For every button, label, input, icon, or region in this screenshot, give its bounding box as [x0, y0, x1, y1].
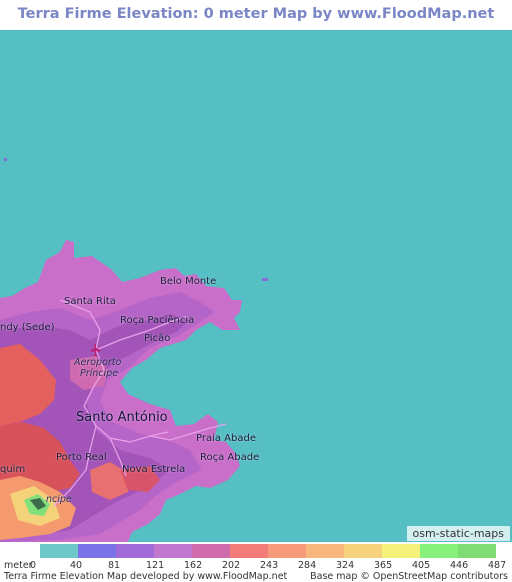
legend-tick: 40 — [70, 560, 83, 571]
place-label-sundy: ndy (Sede) — [0, 322, 55, 333]
place-label-porto-real: Porto Real — [56, 452, 107, 463]
legend-tick: 0 — [30, 560, 37, 571]
place-label-roca-abade: Roça Abade — [200, 452, 260, 463]
legend-tick: 324 — [336, 560, 355, 571]
legend-swatch — [192, 544, 230, 558]
legend-swatch — [268, 544, 306, 558]
legend-tick: 202 — [222, 560, 241, 571]
place-label-aeroporto: Aeroporto — [74, 357, 122, 368]
footer-credit[interactable]: Terra Firme Elevation Map developed by w… — [4, 571, 287, 582]
place-label-santa-rita: Santa Rita — [64, 296, 116, 307]
legend-tick: 405 — [412, 560, 431, 571]
place-label-praia-abade: Praia Abade — [196, 433, 256, 444]
legend-tick: 121 — [146, 560, 165, 571]
legend-swatch — [230, 544, 268, 558]
terrain-layer — [0, 158, 268, 542]
legend-swatch — [116, 544, 154, 558]
legend-swatch — [382, 544, 420, 558]
place-label-lower: ncipe — [46, 494, 72, 505]
elevation-map[interactable]: Belo Monte Santa Rita Roça Paciência ndy… — [0, 30, 512, 542]
osm-badge: osm-static-maps — [406, 526, 510, 541]
legend-tick: 162 — [184, 560, 203, 571]
place-label-nova-estrela: Nova Estrela — [122, 464, 186, 475]
place-label-santo-antonio: Santo António — [76, 410, 168, 425]
legend-tick: 81 — [108, 560, 121, 571]
legend-tick: 446 — [450, 560, 469, 571]
footer-attribution[interactable]: Base map © OpenStreetMap contributors — [310, 571, 508, 582]
legend-swatch — [306, 544, 344, 558]
legend-swatch — [458, 544, 496, 558]
legend-swatch — [40, 544, 78, 558]
place-label-belo-monte: Belo Monte — [160, 276, 217, 287]
map-title: Terra Firme Elevation: 0 meter Map by ww… — [17, 6, 495, 50]
legend-unit: meter — [4, 560, 33, 571]
legend-swatch — [344, 544, 382, 558]
legend-swatch — [154, 544, 192, 558]
legend-tick: 487 — [488, 560, 507, 571]
legend-tick: 365 — [374, 560, 393, 571]
place-label-roca-paciencia: Roça Paciência — [120, 315, 195, 326]
place-label-picao: Picão — [144, 333, 171, 344]
elevation-legend-bar — [40, 544, 496, 558]
legend-swatch — [420, 544, 458, 558]
place-label-principe: Príncipe — [80, 368, 119, 379]
legend-tick: 284 — [298, 560, 317, 571]
legend-swatch — [78, 544, 116, 558]
place-label-left-edge: quim — [0, 464, 26, 475]
legend-tick: 243 — [260, 560, 279, 571]
